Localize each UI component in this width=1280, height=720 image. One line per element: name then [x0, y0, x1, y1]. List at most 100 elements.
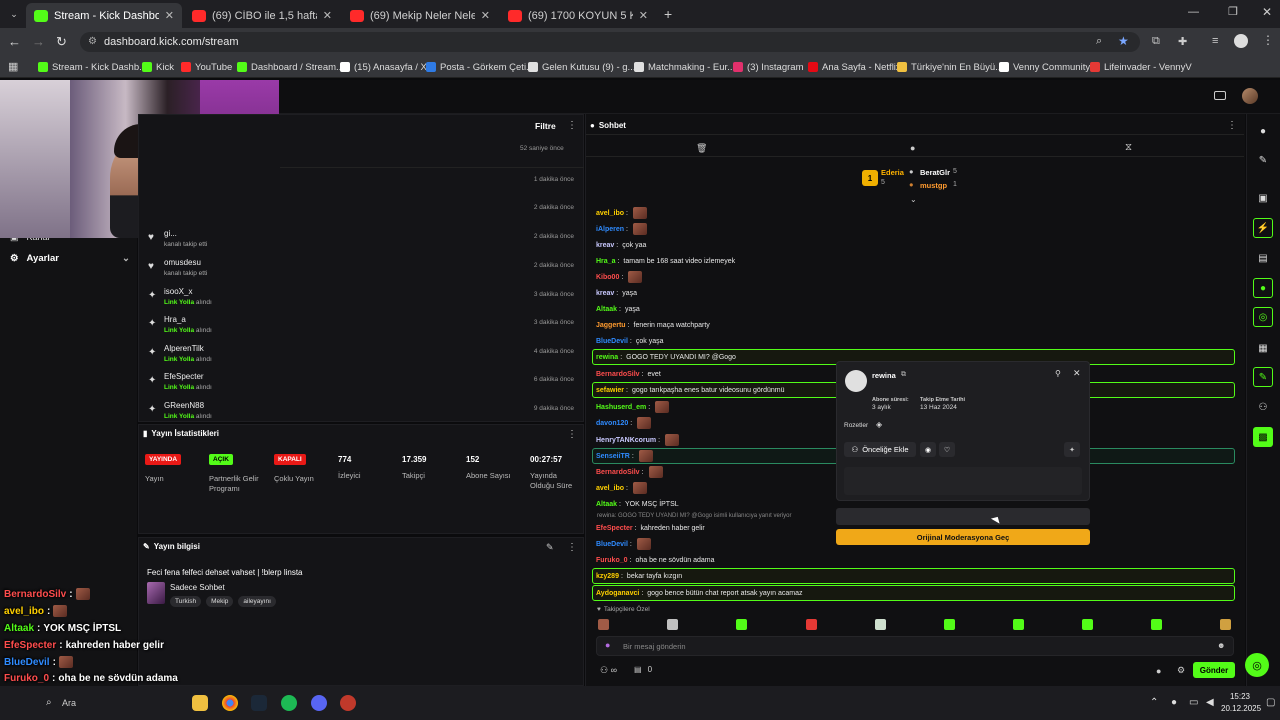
- chat-icon[interactable]: ●: [1253, 278, 1273, 298]
- steam-icon[interactable]: [251, 695, 267, 711]
- chat-tools-icon[interactable]: ⚇ ∞: [600, 665, 617, 676]
- leader-name[interactable]: Ederia: [881, 168, 904, 177]
- url-text[interactable]: dashboard.kick.com/stream: [104, 36, 239, 48]
- tab-search-icon[interactable]: ⌄: [6, 6, 22, 22]
- network-icon[interactable]: ▭: [1189, 697, 1198, 708]
- obs-icon[interactable]: [340, 695, 356, 711]
- leader-name[interactable]: mustgp: [920, 181, 947, 190]
- emote-shortcut[interactable]: [944, 619, 955, 630]
- chat-username[interactable]: kreav: [596, 242, 614, 249]
- edit-icon[interactable]: ✎: [546, 542, 554, 553]
- info-icon[interactable]: ●: [1253, 121, 1273, 141]
- bookmark-item[interactable]: Ana Sayfa - Netflix: [808, 60, 901, 74]
- stream-tag[interactable]: aileyayını: [238, 596, 276, 607]
- activity-username[interactable]: isooX_x: [164, 287, 192, 296]
- user-avatar[interactable]: [1242, 88, 1258, 104]
- chat-username[interactable]: EfeSpecter: [596, 525, 633, 532]
- chat-username[interactable]: davon120: [596, 420, 628, 427]
- chat-username[interactable]: BernardoSilv: [596, 469, 640, 476]
- stream-tag[interactable]: Turkish: [170, 596, 202, 607]
- stream-tag[interactable]: Mekip: [206, 596, 234, 607]
- activity-username[interactable]: gi...: [164, 229, 177, 238]
- chat-mode-icon[interactable]: ●: [910, 143, 915, 153]
- chat-username[interactable]: avel_ibo: [596, 210, 624, 217]
- volume-icon[interactable]: ◀: [1206, 697, 1214, 708]
- browser-tab[interactable]: (69) CİBO ile 1,5 haftalık "DENİ ✕: [184, 3, 340, 28]
- chat-menu-icon[interactable]: ⋮: [1227, 120, 1237, 131]
- clock-date[interactable]: 20.12.2025: [1221, 704, 1261, 713]
- extension-icon[interactable]: ⧉: [1152, 35, 1160, 48]
- emote-shortcut[interactable]: [1082, 619, 1093, 630]
- minimize-icon[interactable]: —: [1188, 6, 1199, 18]
- activity-username[interactable]: EfeSpecter: [164, 372, 204, 381]
- puzzle-icon[interactable]: ✚: [1178, 35, 1187, 48]
- close-tab-icon[interactable]: ✕: [165, 9, 174, 22]
- chat-username[interactable]: Furuko_0: [596, 557, 628, 564]
- bookmark-item[interactable]: Matchmaking - Eur...: [634, 60, 735, 74]
- chat-input[interactable]: ● Bir mesaj gönderin ☻: [596, 636, 1234, 656]
- add-priority-button[interactable]: ⚇ Önceliğe Ekle: [844, 442, 916, 457]
- chat-username[interactable]: BlueDevil: [596, 338, 628, 345]
- bookmark-item[interactable]: (3) Instagram: [733, 60, 804, 74]
- forward-icon[interactable]: →: [32, 34, 45, 49]
- activity-username[interactable]: AlperenTilk: [164, 344, 204, 353]
- bookmark-item[interactable]: Stream - Kick Dashb...: [38, 60, 147, 74]
- chat-username[interactable]: BlueDevil: [596, 541, 628, 548]
- leader-name[interactable]: BeratGlr: [920, 168, 950, 177]
- bookmark-item[interactable]: Lifeinvader - VennyV: [1090, 60, 1192, 74]
- chat-username[interactable]: iAlperen: [596, 226, 624, 233]
- chat-username[interactable]: Jaggertu: [596, 322, 626, 329]
- close-window-icon[interactable]: ✕: [1262, 5, 1272, 19]
- bookmark-item[interactable]: Dashboard / Stream...: [237, 60, 344, 74]
- bookmark-item[interactable]: Venny Community: [999, 60, 1090, 74]
- chat-username[interactable]: Aydoganavci: [596, 590, 639, 597]
- emote-shortcut[interactable]: [736, 619, 747, 630]
- heart-icon[interactable]: ♡: [939, 442, 955, 457]
- emoji-icon[interactable]: ●: [605, 640, 610, 650]
- stream-preview-icon[interactable]: [1214, 91, 1226, 100]
- notifications-icon[interactable]: ▢: [1266, 697, 1275, 708]
- chat-settings-icon[interactable]: ●: [1156, 666, 1161, 676]
- layers-icon[interactable]: ▦: [1253, 338, 1273, 358]
- chat-username[interactable]: Altaak: [596, 501, 617, 508]
- filter-button[interactable]: Filtre: [535, 121, 556, 131]
- close-tab-icon[interactable]: ✕: [481, 9, 490, 22]
- emote-shortcut[interactable]: [875, 619, 886, 630]
- document-icon[interactable]: ▤: [1253, 248, 1273, 268]
- discord-icon[interactable]: [311, 695, 327, 711]
- expand-icon[interactable]: ⌄: [910, 195, 917, 204]
- bookmark-star-icon[interactable]: ★: [1118, 34, 1129, 48]
- chat-username[interactable]: Hra_a: [596, 258, 615, 265]
- wrench-icon[interactable]: ✎: [1253, 367, 1273, 387]
- chat-username[interactable]: Altaak: [596, 306, 617, 313]
- game-icon[interactable]: ▩: [1253, 427, 1273, 447]
- close-tab-icon[interactable]: ✕: [323, 9, 332, 22]
- lightning-icon[interactable]: ⚡: [1253, 218, 1273, 238]
- chat-username[interactable]: avel_ibo: [596, 485, 624, 492]
- gift-icon[interactable]: ✦: [1064, 442, 1080, 457]
- bookmark-item[interactable]: Posta - Görkem Çeti...: [426, 60, 534, 74]
- maximize-icon[interactable]: ❐: [1228, 5, 1238, 18]
- emote-shortcut[interactable]: [667, 619, 678, 630]
- support-chat-icon[interactable]: ◎: [1245, 653, 1269, 677]
- microphone-icon[interactable]: ●: [1171, 697, 1177, 708]
- activity-username[interactable]: omusdesu: [164, 258, 201, 267]
- users-icon[interactable]: ⚇: [1253, 397, 1273, 417]
- taskbar-search[interactable]: Ara: [62, 698, 76, 708]
- activity-username[interactable]: GReenN88: [164, 401, 204, 410]
- spotify-icon[interactable]: [281, 695, 297, 711]
- emote-shortcut[interactable]: [806, 619, 817, 630]
- pinned-counter[interactable]: ▤ 0: [634, 665, 652, 674]
- browser-tab[interactable]: Stream - Kick Dashboard ✕: [26, 3, 182, 28]
- chat-username[interactable]: HenryTANKcorum: [596, 437, 656, 444]
- chat-username[interactable]: kzy289: [596, 573, 619, 580]
- bookmark-item[interactable]: Türkiye'nin En Büyü...: [897, 60, 1003, 74]
- clock-time[interactable]: 15:23: [1221, 692, 1259, 701]
- emote-picker-icon[interactable]: ☻: [1217, 641, 1225, 650]
- file-explorer-icon[interactable]: [192, 695, 208, 711]
- info-menu-icon[interactable]: ⋮: [567, 542, 577, 553]
- browser-tab[interactable]: (69) 1700 KOYUN 5 KÖPEK İLE ✕: [500, 3, 656, 28]
- reload-icon[interactable]: ↻: [56, 34, 67, 50]
- bookmark-item[interactable]: Gelen Kutusu (9) - g...: [528, 60, 635, 74]
- url-bar[interactable]: ⚙ dashboard.kick.com/stream ⌕ ★: [80, 32, 1140, 52]
